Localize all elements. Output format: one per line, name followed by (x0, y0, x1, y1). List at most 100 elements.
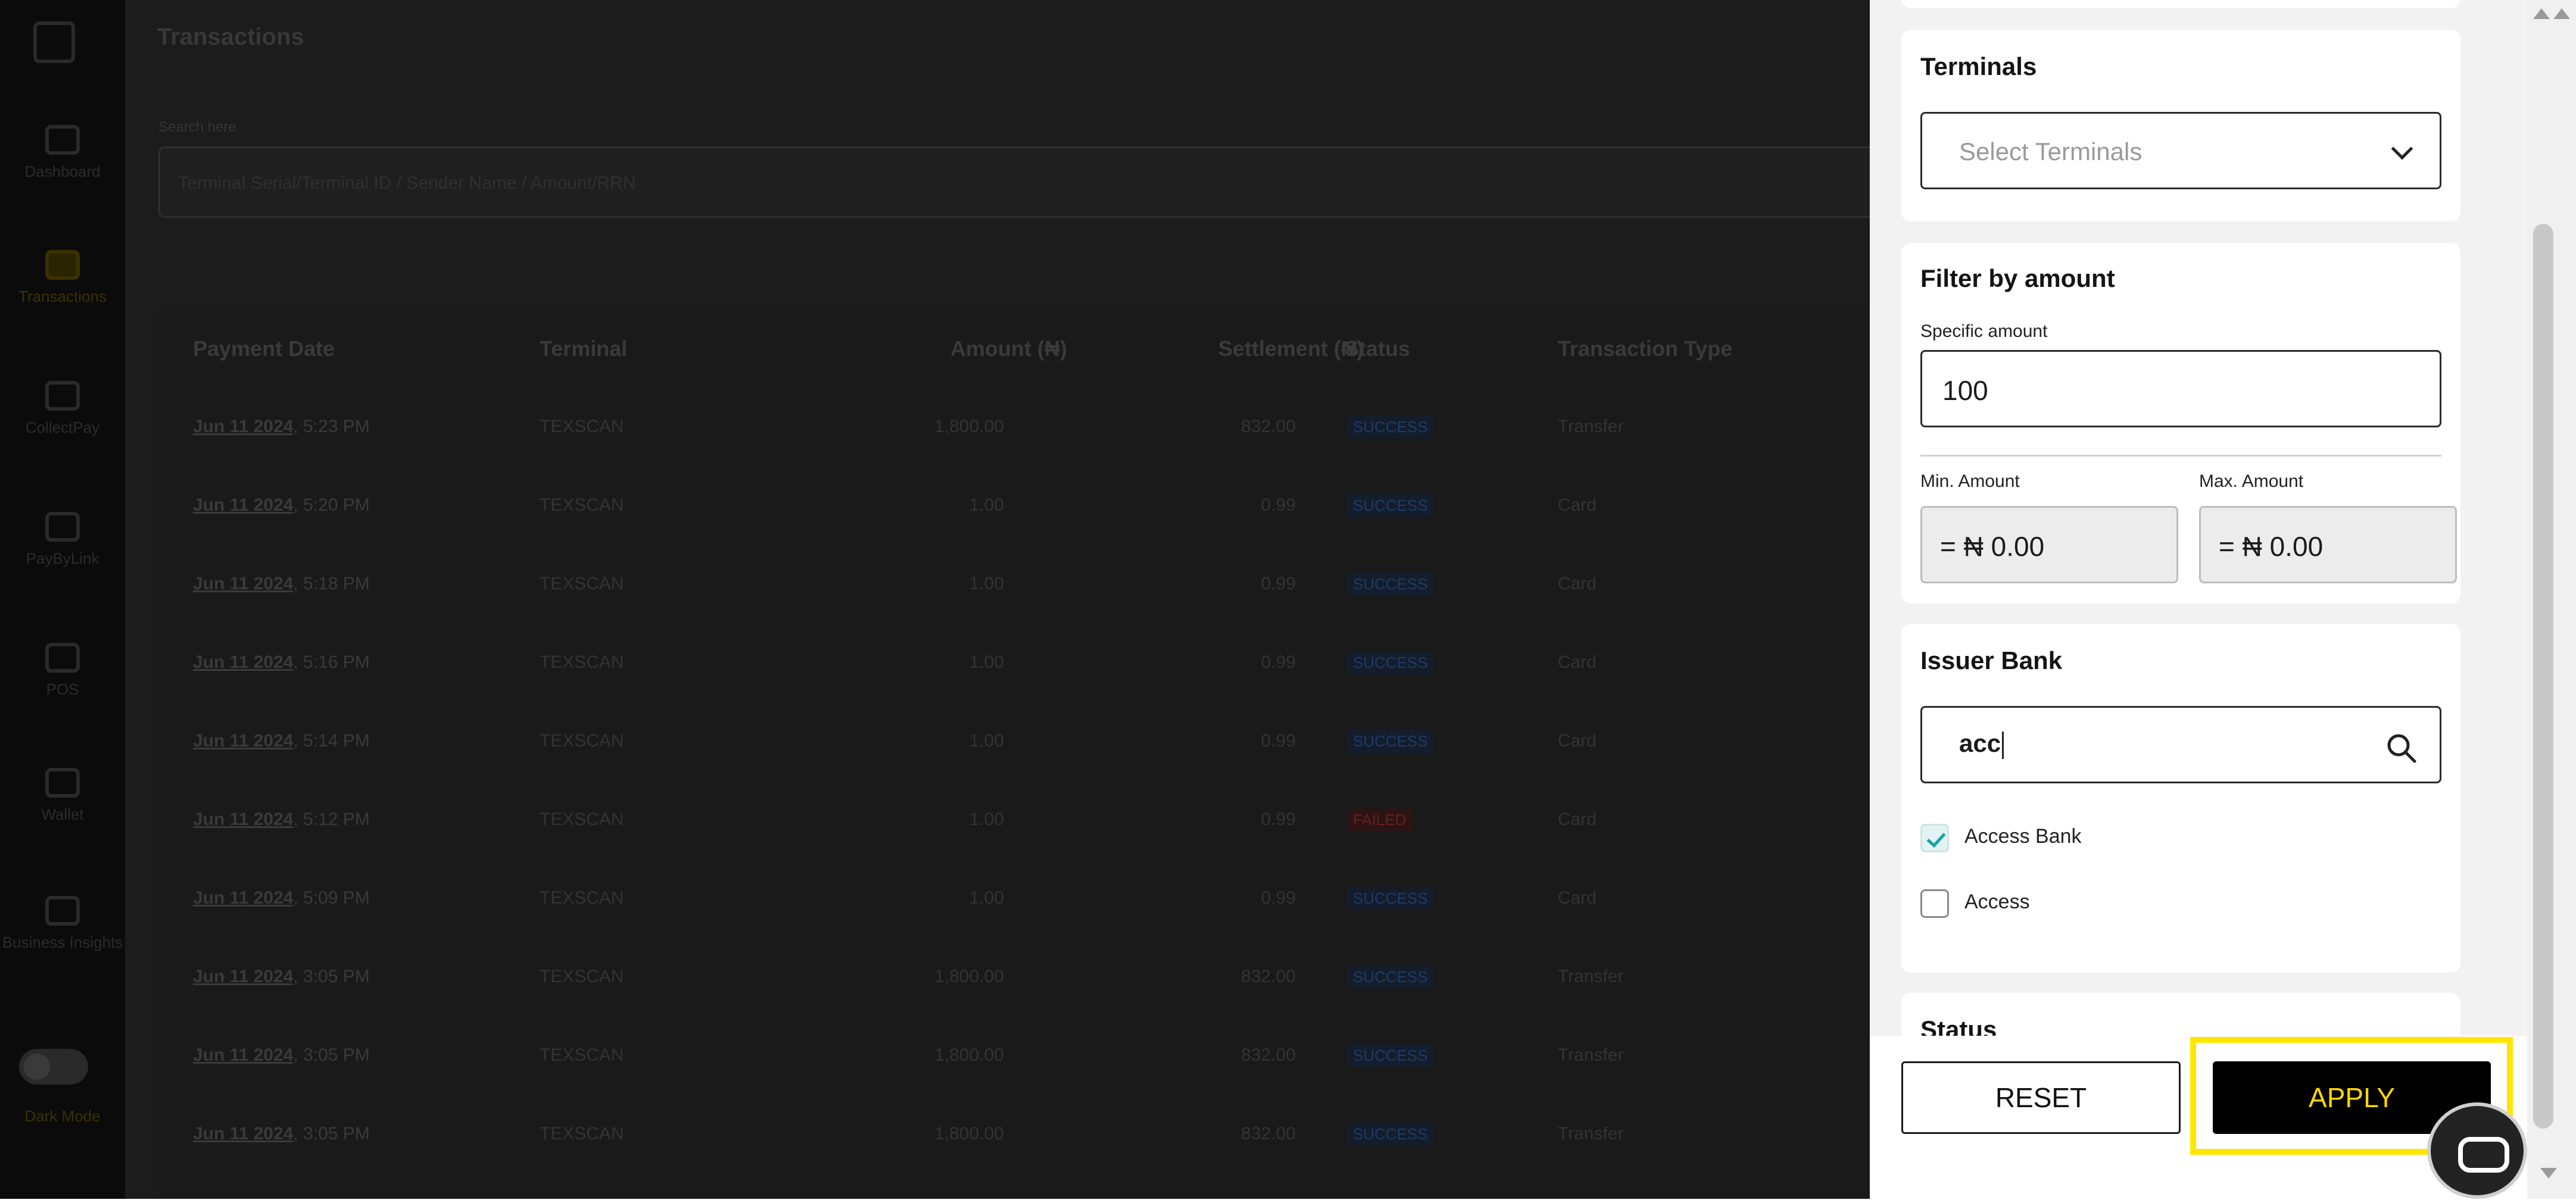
specific-amount-value: 100 (1942, 375, 1988, 406)
max-amount-field[interactable]: = ₦ 0.00 (2199, 506, 2457, 583)
status-badge: FAILED (1347, 808, 1412, 832)
chat-bubble-icon[interactable] (2427, 1102, 2527, 1199)
sidebar-item-wallet[interactable]: Wallet (0, 768, 125, 823)
min-amount-value: = ₦ 0.00 (1940, 531, 2045, 562)
cell-terminal: TEXSCAN (539, 652, 624, 672)
column-header-amount[interactable]: Amount (₦) (950, 336, 1067, 361)
table-row[interactable]: Jun 11 2024, 5:18 PM TEXSCAN 1.00 0.99 SUCCE… (158, 573, 1870, 652)
sidebar-item-business-insights[interactable]: Business Insights (0, 896, 125, 951)
date-link[interactable]: Jun 11 2024 (193, 495, 293, 515)
sidebar-item-label: POS (46, 680, 79, 698)
date-link[interactable]: Jun 11 2024 (193, 574, 293, 593)
cell-amount: 1,800.00 (934, 417, 1004, 436)
column-header-terminal[interactable]: Terminal (539, 336, 627, 361)
time-text: , 3:05 PM (293, 1124, 370, 1143)
table-row[interactable]: Jun 11 2024, 5:16 PM TEXSCAN 1.00 0.99 SUCCE… (158, 651, 1870, 731)
time-text: , 5:09 PM (293, 888, 370, 908)
specific-amount-field[interactable]: 100 (1920, 350, 2441, 427)
cell-amount: 1.00 (969, 652, 1004, 672)
scroll-down-arrow-icon[interactable] (2540, 1168, 2557, 1179)
status-badge: SUCCESS (1347, 415, 1434, 439)
date-link[interactable]: Jun 11 2024 (193, 731, 293, 751)
logo-icon (33, 21, 75, 63)
date-link[interactable]: Jun 11 2024 (193, 810, 293, 829)
date-link[interactable]: Jun 11 2024 (193, 967, 293, 986)
scroll-up-arrow-icon[interactable] (2533, 8, 2550, 19)
insights-icon (45, 896, 80, 926)
money-icon (45, 250, 80, 280)
column-header-status[interactable]: Status (1345, 336, 1410, 361)
reset-button[interactable]: RESET (1901, 1061, 2181, 1134)
cell-transaction-type: Card (1558, 652, 1597, 672)
access-bank-label[interactable]: Access Bank (1964, 825, 2082, 848)
column-header-payment-date[interactable]: Payment Date (193, 336, 335, 361)
cell-transaction-type: Card (1558, 810, 1597, 829)
scrollbar[interactable] (2527, 0, 2576, 1199)
cell-transaction-type: Transfer (1558, 1045, 1624, 1065)
status-badge: SUCCESS (1347, 887, 1434, 910)
table-row[interactable]: Jun 11 2024, 3:05 PM TEXSCAN 1,800.00 832.0… (158, 1044, 1870, 1124)
date-link[interactable]: Jun 11 2024 (193, 888, 293, 908)
cell-settlement: 0.99 (1261, 731, 1296, 751)
min-amount-label: Min. Amount (1920, 471, 2020, 491)
cell-terminal: TEXSCAN (539, 1045, 624, 1065)
sidebar-item-pos[interactable]: POS (0, 643, 125, 698)
clock-icon (45, 381, 80, 411)
sidebar-item-label: CollectPay (25, 418, 100, 436)
dark-mode-label: Dark Mode (24, 1107, 101, 1125)
cell-payment-date: Jun 11 2024, 3:05 PM (193, 1124, 370, 1144)
cell-amount: 1.00 (969, 888, 1004, 908)
table-row[interactable]: Jun 11 2024, 5:12 PM TEXSCAN 1.00 0.99 FAILE… (158, 808, 1870, 888)
date-link[interactable]: Jun 11 2024 (193, 417, 293, 436)
sidebar-item-transactions[interactable]: Transactions (0, 250, 125, 305)
cell-amount: 1,800.00 (934, 967, 1004, 986)
access-bank-checkbox[interactable] (1920, 824, 1949, 852)
sidebar-item-label: Dashboard (24, 163, 101, 180)
min-amount-field[interactable]: = ₦ 0.00 (1920, 506, 2178, 583)
status-badge: SUCCESS (1347, 494, 1434, 517)
table-row[interactable]: Jun 11 2024, 3:05 PM TEXSCAN 1,800.00 832.0… (158, 965, 1870, 1045)
cell-amount: 1.00 (969, 731, 1004, 751)
amount-title: Filter by amount (1920, 264, 2115, 292)
time-text: , 5:16 PM (293, 652, 370, 672)
main-content: Transactions Search here Terminal Serial… (125, 0, 1870, 1199)
access-label[interactable]: Access (1964, 890, 2030, 914)
amount-card: Filter by amount Specific amount 100 Min… (1901, 243, 2460, 604)
column-header-settlement[interactable]: Settlement (₦) (1218, 336, 1364, 361)
date-link[interactable]: Jun 11 2024 (193, 1124, 293, 1143)
date-link[interactable]: Jun 11 2024 (193, 652, 293, 672)
dark-mode-toggle[interactable] (19, 1049, 88, 1085)
sidebar-item-paybylink[interactable]: PayByLink (0, 512, 125, 567)
background-app: Dashboard Transactions CollectPay PayByL… (0, 0, 1870, 1199)
access-checkbox[interactable] (1920, 889, 1949, 918)
search-placeholder: Terminal Serial/Terminal ID / Sender Nam… (178, 173, 636, 193)
date-link[interactable]: Jun 11 2024 (193, 1045, 293, 1065)
cell-settlement: 0.99 (1261, 652, 1296, 672)
pos-icon (45, 643, 80, 673)
search-input[interactable]: Terminal Serial/Terminal ID / Sender Nam… (158, 146, 1870, 218)
transactions-table: Payment Date Terminal Amount (₦) Settlem… (158, 310, 1870, 1199)
time-text: , 5:14 PM (293, 731, 370, 751)
column-header-transaction-type[interactable]: Transaction Type (1558, 336, 1732, 361)
issuer-bank-search-input[interactable]: acc (1920, 706, 2441, 783)
cell-settlement: 832.00 (1241, 1124, 1296, 1143)
table-row[interactable]: Jun 11 2024, 5:14 PM TEXSCAN 1.00 0.99 SUCCE… (158, 730, 1870, 810)
terminals-placeholder: Select Terminals (1959, 138, 2142, 165)
cell-payment-date: Jun 11 2024, 5:12 PM (193, 810, 370, 830)
table-row[interactable]: Jun 11 2024, 5:23 PM TEXSCAN 1,800.00 832.0… (158, 415, 1870, 495)
status-badge: SUCCESS (1347, 1123, 1434, 1146)
scrollbar-thumb[interactable] (2533, 224, 2553, 1129)
sidebar-item-collectpay[interactable]: CollectPay (0, 381, 125, 436)
table-row[interactable]: Jun 11 2024, 5:20 PM TEXSCAN 1.00 0.99 SUCCE… (158, 494, 1870, 574)
terminals-title: Terminals (1920, 52, 2037, 80)
table-row[interactable]: Jun 11 2024, 5:09 PM TEXSCAN 1.00 0.99 SUCCE… (158, 887, 1870, 967)
scroll-up-arrow-icon-2[interactable] (2553, 8, 2570, 19)
sidebar-item-dashboard[interactable]: Dashboard (0, 125, 125, 180)
cell-transaction-type: Card (1558, 574, 1597, 593)
issuer-bank-title: Issuer Bank (1920, 646, 2063, 674)
table-row[interactable]: Jun 11 2024, 3:05 PM TEXSCAN 1,800.00 832.0… (158, 1123, 1870, 1199)
search-icon[interactable] (2385, 732, 2418, 765)
terminals-select[interactable]: Select Terminals (1920, 112, 2441, 189)
cell-terminal: TEXSCAN (539, 417, 624, 436)
cell-settlement: 0.99 (1261, 495, 1296, 515)
